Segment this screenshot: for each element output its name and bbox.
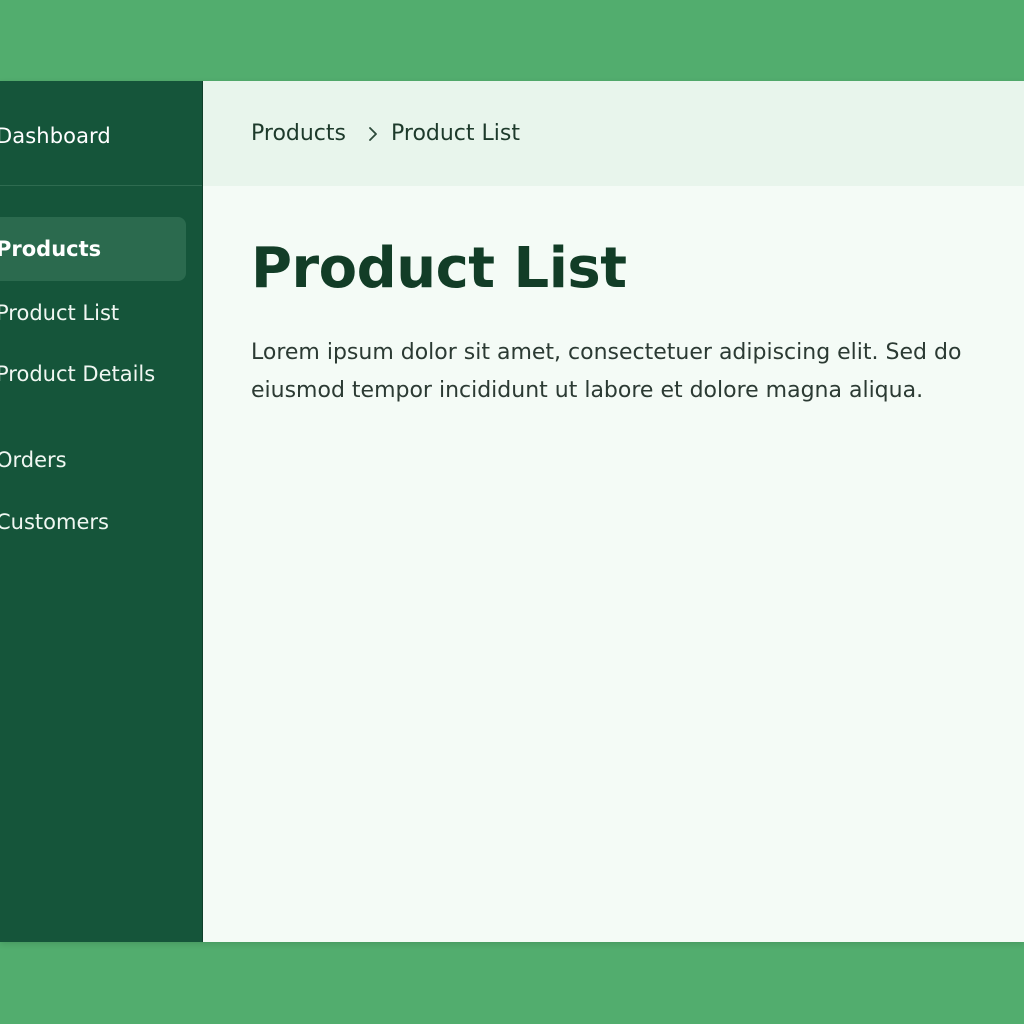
brand-title[interactable]: Dashboard (0, 124, 111, 148)
sidebar-item-product-list[interactable]: Product List (0, 301, 119, 325)
sidebar: Dashboard Products Product List Product … (0, 81, 203, 942)
main-content: Products Product List Product List Lorem… (203, 81, 1024, 942)
sidebar-item-customers[interactable]: Customers (0, 510, 109, 534)
chevron-right-icon (369, 127, 377, 141)
sidebar-brand: Dashboard (0, 81, 202, 186)
page-description: Lorem ipsum dolor sit amet, consectetuer… (251, 340, 962, 403)
breadcrumb: Products Product List (203, 81, 1024, 186)
sidebar-item-orders[interactable]: Orders (0, 448, 67, 472)
breadcrumb-item-products[interactable]: Products (251, 121, 346, 146)
sidebar-item-product-details[interactable]: Product Details (0, 362, 155, 386)
app-window: Dashboard Products Product List Product … (0, 81, 1024, 942)
sidebar-item-products[interactable]: Products (0, 237, 101, 261)
page-title: Product List (251, 236, 627, 301)
breadcrumb-item-product-list: Product List (391, 121, 520, 146)
